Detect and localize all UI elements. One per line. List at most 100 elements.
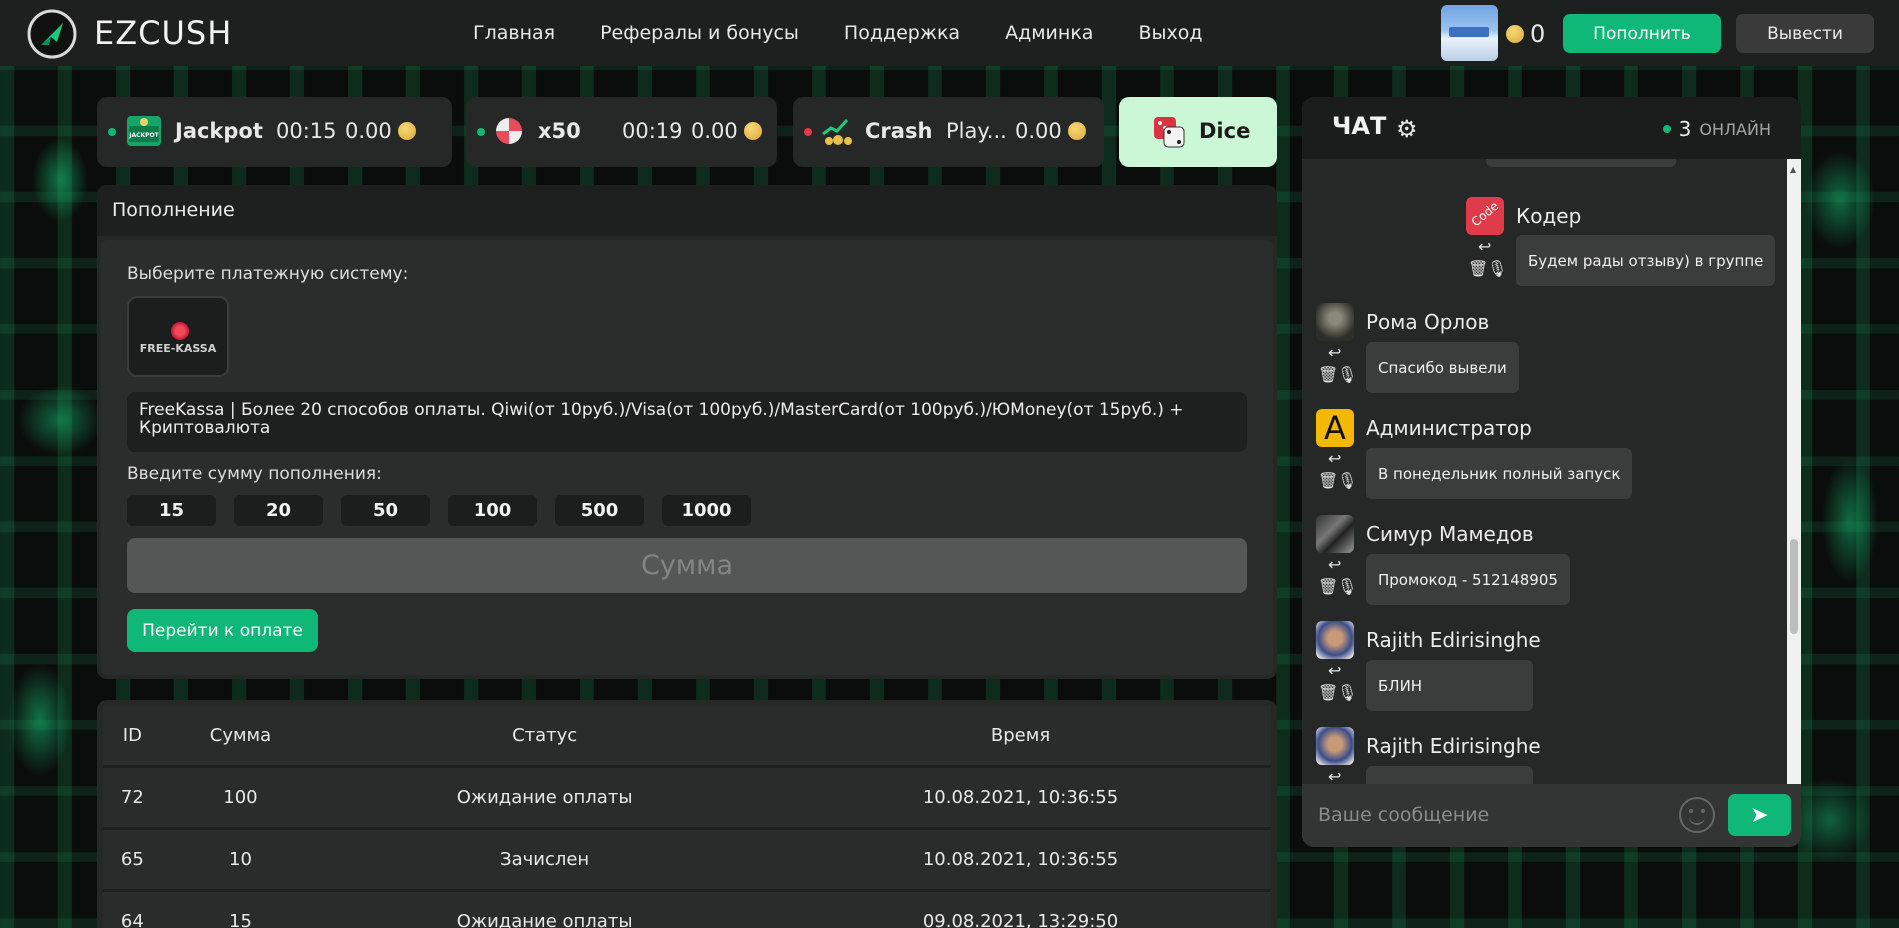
trash-icon[interactable]: 🗑	[1318, 365, 1338, 384]
chat-message-input[interactable]	[1318, 798, 1678, 832]
cell-sum: 100	[161, 764, 320, 828]
nav-logout[interactable]: Выход	[1138, 22, 1202, 44]
message-author[interactable]: Симур Мамедов	[1366, 522, 1534, 546]
trash-icon[interactable]: 🗑	[1318, 683, 1338, 702]
nav-support[interactable]: Поддержка	[844, 22, 960, 44]
history-table: ID Сумма Статус Время 72 100 Ожидание оп…	[103, 706, 1271, 928]
avatar: Code	[1466, 197, 1504, 235]
scroll-thumb[interactable]	[1790, 539, 1798, 634]
amount-chip[interactable]: 1000	[662, 495, 751, 526]
chat-header: ЧАТ ⚙ 3 ОНЛАЙН	[1302, 97, 1801, 159]
status-dot	[108, 128, 116, 136]
game-bank: 0.00	[345, 119, 416, 143]
cell-status: Ожидание оплаты	[319, 764, 771, 828]
trash-icon[interactable]: 🗑	[1318, 577, 1338, 596]
nav-home[interactable]: Главная	[473, 22, 555, 44]
game-tab-dice[interactable]: Dice	[1119, 97, 1277, 167]
trash-icon[interactable]: 🗑	[1468, 259, 1488, 278]
deposit-history: ID Сумма Статус Время 72 100 Ожидание оп…	[97, 700, 1277, 928]
reply-icon[interactable]: ↩	[1328, 767, 1341, 784]
reply-icon[interactable]: ↩	[1478, 237, 1491, 256]
svg-text:JACKPOT: JACKPOT	[128, 132, 159, 139]
message-bubble: Промокод - 512148905	[1366, 554, 1570, 605]
mute-mic-icon[interactable]: 🎙	[1337, 365, 1357, 384]
crash-chart-icon	[821, 116, 855, 146]
go-to-payment-button[interactable]: Перейти к оплате	[127, 609, 318, 652]
nav-admin[interactable]: Админка	[1005, 22, 1093, 44]
main-nav: Главная Рефералы и бонусы Поддержка Адми…	[473, 22, 1202, 44]
status-dot	[804, 128, 812, 136]
chat-scrollbar[interactable]: ▲	[1787, 159, 1801, 784]
col-time: Время	[770, 706, 1271, 766]
amount-chip[interactable]: 500	[555, 495, 644, 526]
message-author[interactable]: Рома Орлов	[1366, 310, 1489, 334]
game-tab-jackpot[interactable]: JACKPOT Jackpot 00:15 0.00	[97, 97, 452, 167]
chat-messages: Code Кодер ↩ 🗑 🎙 Будем рады отзыву) в гр…	[1302, 159, 1787, 784]
deposit-form: Выберите платежную систему: FREE-KASSA F…	[101, 240, 1273, 675]
reply-icon[interactable]: ↩	[1328, 343, 1341, 362]
online-counter: 3 ОНЛАЙН	[1662, 117, 1771, 141]
message-author[interactable]: Rajith Edirisinghe	[1366, 734, 1541, 758]
game-name: Crash	[865, 119, 933, 143]
amount-chip[interactable]: 100	[448, 495, 537, 526]
send-arrow-icon: ➤	[1750, 802, 1769, 828]
logo-text[interactable]: EZCUSH	[94, 14, 232, 52]
message-bubble: Будем рады отзыву) в группе	[1516, 235, 1776, 286]
coin-icon	[1506, 25, 1524, 43]
message-bubble: Спасибо вывели	[1366, 342, 1519, 393]
message-author[interactable]: Администратор	[1366, 416, 1532, 440]
wheel-icon	[496, 118, 522, 144]
mute-mic-icon[interactable]: 🎙	[1337, 577, 1357, 596]
col-sum: Сумма	[161, 706, 320, 766]
amount-chip[interactable]: 50	[341, 495, 430, 526]
sum-input[interactable]	[127, 538, 1247, 593]
mute-mic-icon[interactable]: 🎙	[1337, 683, 1357, 702]
col-id: ID	[103, 706, 162, 766]
user-avatar[interactable]	[1441, 5, 1498, 61]
game-name: Dice	[1199, 119, 1251, 143]
send-button[interactable]: ➤	[1728, 794, 1791, 836]
cell-status: Зачислен	[319, 826, 771, 890]
amount-chip[interactable]: 20	[234, 495, 323, 526]
deposit-panel: Пополнение Выберите платежную систему: F…	[97, 185, 1277, 679]
deposit-button[interactable]: Пополнить	[1563, 14, 1721, 53]
reply-icon[interactable]: ↩	[1328, 449, 1341, 468]
logo-icon[interactable]	[27, 9, 77, 59]
table-row: 65 10 Зачислен 10.08.2021, 10:36:55	[103, 826, 1271, 890]
message-author[interactable]: Кодер	[1516, 204, 1581, 228]
emoji-icon[interactable]	[1679, 797, 1715, 833]
status-dot	[477, 128, 485, 136]
avatar	[1316, 303, 1354, 341]
mute-mic-icon[interactable]: 🎙	[1487, 259, 1507, 278]
gear-icon[interactable]: ⚙	[1396, 115, 1418, 143]
nav-referrals[interactable]: Рефералы и бонусы	[600, 22, 799, 44]
game-tab-crash[interactable]: Crash Play... 0.00	[793, 97, 1104, 167]
online-dot	[1662, 125, 1671, 133]
amount-chip[interactable]: 15	[127, 495, 216, 526]
message-bubble	[1366, 766, 1533, 784]
withdraw-button[interactable]: Вывести	[1736, 14, 1874, 53]
balance: 0	[1506, 20, 1545, 48]
chat-panel: ЧАТ ⚙ 3 ОНЛАЙН Code Кодер ↩ 🗑 🎙 Будем ра…	[1302, 97, 1801, 847]
game-name: x50	[538, 119, 581, 143]
avatar	[1316, 727, 1354, 765]
mute-mic-icon[interactable]: 🎙	[1337, 471, 1357, 490]
table-row: 72 100 Ожидание оплаты 10.08.2021, 10:36…	[103, 764, 1271, 828]
chat-title: ЧАТ	[1332, 112, 1387, 140]
cell-time: 09.08.2021, 13:29:50	[770, 888, 1271, 928]
coin-icon	[1067, 122, 1086, 140]
reply-icon[interactable]: ↩	[1328, 661, 1341, 680]
cell-id: 65	[103, 826, 162, 890]
avatar	[1316, 515, 1354, 553]
trash-icon[interactable]: 🗑	[1318, 471, 1338, 490]
payment-option-freekassa[interactable]: FREE-KASSA	[127, 296, 229, 377]
message-author[interactable]: Rajith Edirisinghe	[1366, 628, 1541, 652]
reply-icon[interactable]: ↩	[1328, 555, 1341, 574]
online-count: 3	[1678, 117, 1692, 141]
scroll-up-icon[interactable]: ▲	[1790, 165, 1796, 174]
cell-sum: 10	[161, 826, 320, 890]
game-timer: 00:19	[622, 119, 683, 143]
online-label: ОНЛАЙН	[1699, 119, 1771, 139]
freekassa-logo-text: FREE-KASSA	[139, 342, 217, 355]
game-tab-x50[interactable]: x50 00:19 0.00	[466, 97, 777, 167]
